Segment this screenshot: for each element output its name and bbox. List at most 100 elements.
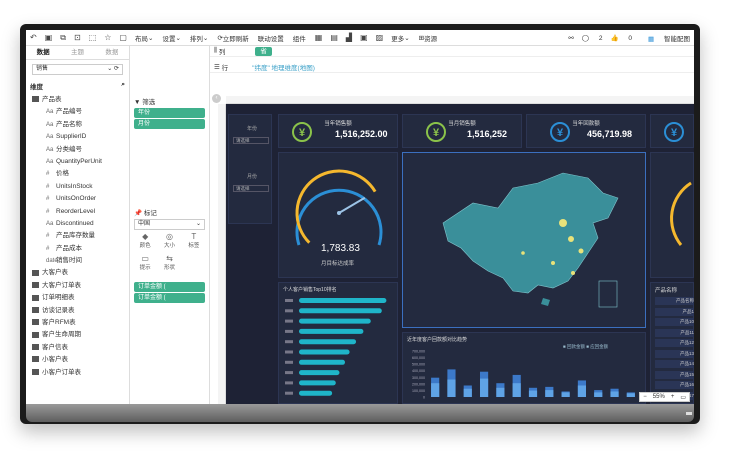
like-button[interactable]: 👍 0 bbox=[611, 34, 633, 42]
map-bubble[interactable] bbox=[578, 248, 584, 254]
map-bubble[interactable] bbox=[551, 261, 555, 265]
crosstab-icon[interactable]: ▤ bbox=[330, 33, 338, 42]
screen-icon[interactable]: ▢ bbox=[119, 33, 127, 42]
kpi-card-partial[interactable]: ¥ bbox=[650, 114, 694, 148]
search-icon[interactable]: ⌕ bbox=[121, 81, 125, 91]
comment-button[interactable]: ◯ 2 bbox=[582, 34, 603, 42]
menu-layout[interactable]: 布局 ⌄ bbox=[135, 33, 153, 43]
table-item-product[interactable]: 产品表 bbox=[26, 94, 129, 106]
mark-option[interactable]: ▭ 提示 bbox=[134, 254, 156, 274]
field-item[interactable]: # 价格 bbox=[26, 168, 129, 180]
top10-bar[interactable] bbox=[299, 370, 340, 376]
bar-chart-icon[interactable]: ▟ bbox=[346, 33, 352, 42]
template-icon[interactable]: ⬚ bbox=[89, 33, 97, 42]
product-row[interactable]: 产品11 bbox=[655, 328, 694, 337]
save-icon[interactable]: ▣ bbox=[45, 33, 53, 42]
marks-select[interactable]: 中国 ⌄ bbox=[134, 219, 205, 230]
product-row[interactable]: 产品名称 bbox=[655, 297, 694, 305]
receivable-column[interactable] bbox=[528, 390, 538, 397]
receivable-column[interactable] bbox=[626, 393, 635, 397]
smart-chart-button[interactable]: ▦ 智能配图 bbox=[640, 33, 690, 43]
receivable-column[interactable] bbox=[480, 378, 489, 397]
kpi-card-month-sales[interactable]: 当月销售额 ¥ 1,516,252 bbox=[402, 114, 522, 148]
hainan-shape[interactable] bbox=[541, 298, 550, 306]
table-item[interactable]: 小客户表 bbox=[26, 354, 129, 366]
table-item[interactable]: 访谈记录表 bbox=[26, 305, 129, 317]
field-item[interactable]: Aa Discontinued bbox=[26, 218, 129, 230]
field-item[interactable]: date销售时间 bbox=[26, 255, 129, 267]
mark-option[interactable]: T 标签 bbox=[183, 232, 205, 252]
field-item[interactable]: # UnitsInStock bbox=[26, 181, 129, 193]
month-filter-select[interactable]: 请选择 bbox=[233, 185, 269, 192]
top10-bar[interactable] bbox=[299, 339, 357, 345]
field-item[interactable]: # 产品库存数量 bbox=[26, 230, 129, 242]
filter-pill-year[interactable]: 年份 bbox=[134, 108, 205, 118]
map-bubble[interactable] bbox=[521, 251, 525, 255]
tab-theme[interactable]: 主题 bbox=[60, 46, 94, 59]
field-item[interactable]: # ReorderLevel bbox=[26, 206, 129, 218]
product-row[interactable]: 产品12 bbox=[655, 339, 694, 347]
tab-other[interactable]: 数据 bbox=[95, 46, 129, 59]
more-menu[interactable]: 更多 ⌄ bbox=[391, 33, 409, 43]
share-icon[interactable]: ⚯ bbox=[568, 34, 573, 42]
receivable-column[interactable] bbox=[512, 383, 521, 397]
history-icon[interactable]: ⊡ bbox=[74, 33, 81, 42]
field-item[interactable]: # UnitsOnOrder bbox=[26, 193, 129, 205]
table-item[interactable]: 客户RFM表 bbox=[26, 317, 129, 329]
china-map-card[interactable] bbox=[402, 152, 646, 328]
receivable-column[interactable] bbox=[463, 388, 472, 397]
menu-settings[interactable]: 设置 ⌄ bbox=[162, 33, 180, 43]
dataset-select[interactable]: 销售 ⌄ ⟳ bbox=[32, 64, 123, 75]
field-item[interactable]: # 产品成本 bbox=[26, 243, 129, 255]
columns-shelf[interactable]: ⫼ 列 省 bbox=[210, 46, 694, 57]
product-row[interactable]: 产品13 bbox=[655, 349, 694, 358]
receivable-column[interactable] bbox=[496, 387, 505, 397]
table-item[interactable]: 大客户表 bbox=[26, 267, 129, 279]
kpi-card-year-sales[interactable]: 当年销售额 ¥ 1,516,252.00 bbox=[278, 114, 398, 148]
receivable-column[interactable] bbox=[447, 379, 456, 397]
receivable-column[interactable] bbox=[610, 391, 619, 397]
table-item[interactable]: 客户生命周期 bbox=[26, 329, 129, 341]
copy-icon[interactable]: ⧉ bbox=[60, 33, 66, 43]
kpi-card-year-payback[interactable]: 当年回款额 ¥ 456,719.98 bbox=[526, 114, 646, 148]
table-item[interactable]: 订单明细表 bbox=[26, 292, 129, 304]
mark-option[interactable]: ⇆ 形状 bbox=[158, 254, 180, 274]
product-row[interactable]: 产品1 bbox=[655, 307, 694, 316]
top10-bar[interactable] bbox=[299, 328, 364, 334]
mark-pill-color[interactable]: 订单金额 ( bbox=[134, 282, 205, 292]
linkage-button[interactable]: 联动设置 bbox=[258, 33, 284, 43]
map-bubble[interactable] bbox=[568, 236, 574, 242]
top10-bar-card[interactable]: 个人客户销售Top10排名 bbox=[278, 282, 398, 404]
top10-bar[interactable] bbox=[299, 298, 387, 303]
mark-option[interactable]: ◆ 颜色 bbox=[134, 232, 156, 252]
gauge-card[interactable]: 1,783.83 月目标达成率 bbox=[278, 152, 398, 278]
image-icon[interactable]: ▨ bbox=[376, 33, 384, 42]
collapse-panel-icon[interactable]: ‹ bbox=[212, 94, 221, 103]
refresh-button[interactable]: ⟳ 立即刷新 bbox=[217, 33, 248, 43]
zoom-control[interactable]: − 55% + ▭ bbox=[639, 392, 690, 402]
receivable-column[interactable] bbox=[594, 392, 603, 397]
field-item[interactable]: Aa 分类编号 bbox=[26, 144, 129, 156]
top10-bar[interactable] bbox=[299, 359, 345, 365]
field-item[interactable]: Aa QuantityPerUnit bbox=[26, 156, 129, 168]
rows-shelf[interactable]: ☰ 行 "纬度" 地理维度(地图) bbox=[210, 62, 694, 73]
product-row[interactable]: 产品10 bbox=[655, 318, 694, 326]
receivable-column[interactable] bbox=[545, 390, 554, 397]
map-bubble[interactable] bbox=[559, 219, 567, 227]
top10-bar[interactable] bbox=[299, 318, 371, 324]
mark-option[interactable]: ◎ 大小 bbox=[158, 232, 180, 252]
text-icon[interactable]: ▣ bbox=[360, 33, 368, 42]
top10-bar[interactable] bbox=[299, 390, 333, 396]
year-filter-select[interactable]: 请选择 bbox=[233, 137, 269, 144]
table-item[interactable]: 小客户订单表 bbox=[26, 367, 129, 379]
filter-pill-month[interactable]: 月份 bbox=[134, 119, 205, 129]
receivable-column[interactable] bbox=[561, 392, 570, 397]
mark-pill-size[interactable]: 订单金额 ( bbox=[134, 293, 205, 303]
product-row[interactable]: 产品16 bbox=[655, 381, 694, 389]
product-row[interactable]: 产品14 bbox=[655, 360, 694, 368]
product-list-card[interactable]: 产品名称 产品名称 产品1 产品10 产品11 产品12 产品13 产品14 产品15 产品16… bbox=[650, 282, 694, 404]
fit-icon[interactable]: ▭ bbox=[677, 394, 689, 401]
product-row[interactable]: 产品15 bbox=[655, 370, 694, 379]
top10-bar[interactable] bbox=[299, 380, 336, 386]
columns-pill[interactable]: 省 bbox=[255, 46, 272, 56]
